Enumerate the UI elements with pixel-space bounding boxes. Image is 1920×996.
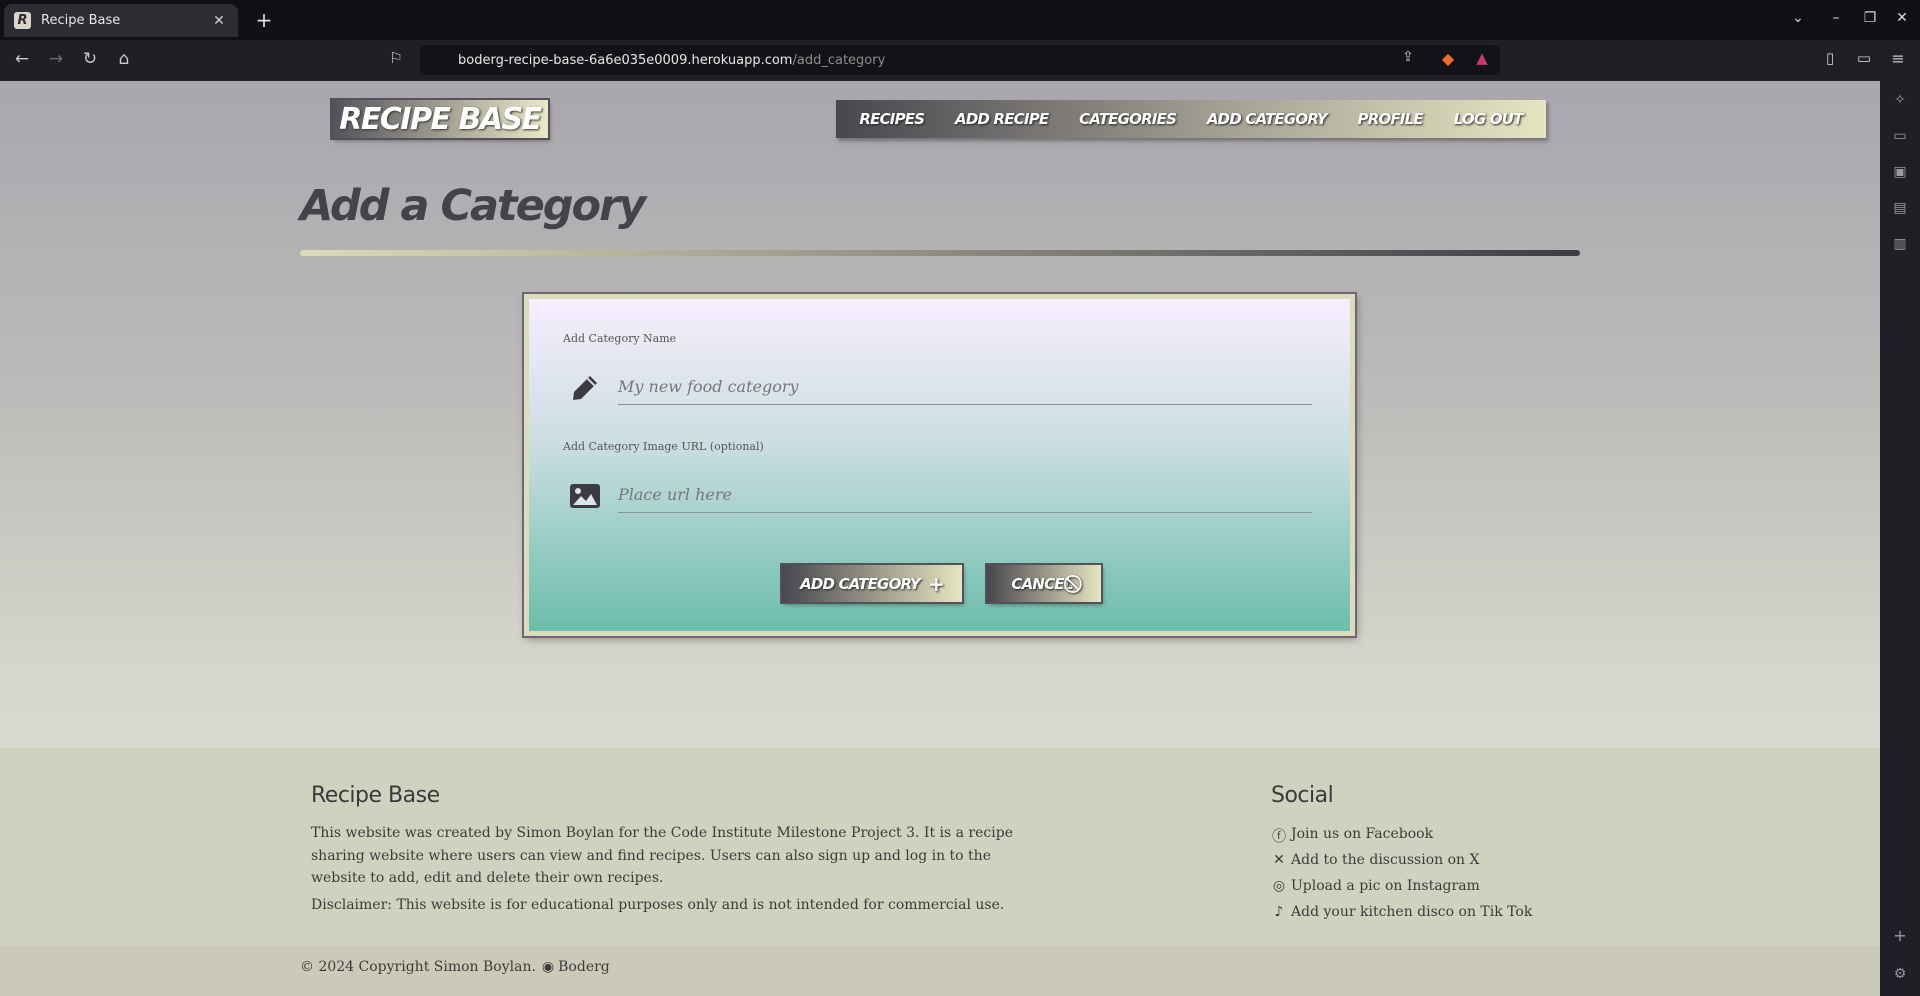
browser-tab-bar: R Recipe Base ✕ + ⌄ – ❐ ✕ xyxy=(0,0,1920,40)
instagram-icon: ◎ xyxy=(1272,878,1286,894)
cancel-button-label: CANCEL xyxy=(1011,574,1073,593)
restore-icon[interactable]: ❐ xyxy=(1860,10,1880,26)
share-icon[interactable]: ⇪ xyxy=(1396,49,1420,73)
footer-disclaimer: Disclaimer: This website is for educatio… xyxy=(311,897,1005,913)
add-category-button-label: ADD CATEGORY xyxy=(800,574,921,593)
github-link[interactable]: Boderg xyxy=(558,959,610,975)
site-logo[interactable]: RECIPE BASE xyxy=(332,100,548,138)
heading-divider xyxy=(300,250,1580,256)
x-icon: ✕ xyxy=(1273,852,1285,868)
pencil-icon xyxy=(573,376,597,400)
page-title: Add a Category xyxy=(300,181,646,231)
social-title: Social xyxy=(1271,783,1334,808)
category-image-placeholder: Place url here xyxy=(618,485,732,504)
minimize-icon[interactable]: – xyxy=(1826,10,1846,26)
social-link-label: Upload a pic on Instagram xyxy=(1291,878,1480,894)
nav-categories[interactable]: CATEGORIES xyxy=(1079,110,1177,128)
web-page: RECIPE BASE RECIPES ADD RECIPE CATEGORIE… xyxy=(0,81,1880,996)
add-category-button[interactable]: ADD CATEGORY + xyxy=(782,565,962,602)
copyright-text: © 2024 Copyright Simon Boylan. xyxy=(300,959,536,975)
footer-title: Recipe Base xyxy=(311,783,440,808)
category-name-input[interactable]: My new food category xyxy=(618,369,1312,405)
forward-icon[interactable]: → xyxy=(44,49,68,73)
copyright-bar xyxy=(0,946,1880,996)
video-icon[interactable]: ▭ xyxy=(1890,128,1910,148)
nav-add-category[interactable]: ADD CATEGORY xyxy=(1207,110,1328,128)
nav-profile[interactable]: PROFILE xyxy=(1358,110,1424,128)
sidebar-toggle-icon[interactable]: ▯ xyxy=(1818,49,1842,73)
cancel-button[interactable]: CANCEL ⃠ xyxy=(987,565,1101,602)
social-link-label: Join us on Facebook xyxy=(1291,826,1434,842)
url-host: boderg-recipe-base-6a6e035e0009.herokuap… xyxy=(458,52,793,68)
social-link-x[interactable]: ✕ Add to the discussion on X xyxy=(1271,852,1479,868)
menu-icon[interactable]: ≡ xyxy=(1886,49,1910,73)
sidebar-settings-icon[interactable]: ⚙ xyxy=(1890,966,1910,986)
social-link-label: Add your kitchen disco on Tik Tok xyxy=(1291,904,1533,920)
brave-rewards-icon[interactable]: ▲ xyxy=(1470,49,1494,73)
image-icon xyxy=(570,484,600,508)
nav-add-recipe[interactable]: ADD RECIPE xyxy=(955,110,1049,128)
address-bar[interactable]: boderg-recipe-base-6a6e035e0009.herokuap… xyxy=(420,45,1500,75)
category-name-placeholder: My new food category xyxy=(618,377,799,396)
add-sidebar-item-icon[interactable]: + xyxy=(1890,926,1910,946)
facebook-icon: ⓕ xyxy=(1272,829,1286,845)
url-path: /add_category xyxy=(792,52,886,68)
wallet-sidebar-icon[interactable]: ▣ xyxy=(1890,164,1910,184)
social-link-tiktok[interactable]: ♪ Add your kitchen disco on Tik Tok xyxy=(1271,904,1533,920)
category-name-label: Add Category Name xyxy=(563,332,677,345)
nav-log-out[interactable]: LOG OUT xyxy=(1454,110,1524,128)
main-nav: RECIPES ADD RECIPE CATEGORIES ADD CATEGO… xyxy=(836,100,1546,138)
tiktok-icon: ♪ xyxy=(1274,904,1284,920)
window-close-icon[interactable]: ✕ xyxy=(1892,10,1912,26)
social-link-label: Add to the discussion on X xyxy=(1291,852,1480,868)
tab-list-chevron-icon[interactable]: ⌄ xyxy=(1788,10,1808,26)
favicon-icon: R xyxy=(14,12,31,29)
category-image-label: Add Category Image URL (optional) xyxy=(563,440,764,453)
category-image-url-input[interactable]: Place url here xyxy=(618,477,1312,513)
new-tab-icon[interactable]: + xyxy=(252,8,276,32)
reading-list-icon[interactable]: ▥ xyxy=(1890,236,1910,256)
social-link-facebook[interactable]: ⓕ Join us on Facebook xyxy=(1271,826,1434,845)
plus-icon: + xyxy=(927,571,945,596)
back-icon[interactable]: ← xyxy=(10,49,34,73)
github-icon: ◉ xyxy=(541,959,555,975)
bookmark-icon[interactable]: ⚐ xyxy=(384,49,408,73)
wallet-icon[interactable]: ▭ xyxy=(1852,49,1876,73)
add-category-form: Add Category Name My new food category A… xyxy=(524,294,1355,636)
footer-about: This website was created by Simon Boylan… xyxy=(311,825,1013,886)
home-icon[interactable]: ⌂ xyxy=(112,49,136,73)
reload-icon[interactable]: ↻ xyxy=(78,49,102,73)
tab-title: Recipe Base xyxy=(41,13,121,28)
bookmarks-sidebar-icon[interactable]: ▤ xyxy=(1890,200,1910,220)
nav-recipes[interactable]: RECIPES xyxy=(859,110,925,128)
social-link-instagram[interactable]: ◎ Upload a pic on Instagram xyxy=(1271,878,1480,894)
close-tab-icon[interactable]: ✕ xyxy=(210,13,228,29)
copyright: © 2024 Copyright Simon Boylan. ◉ Boderg xyxy=(300,959,610,975)
browser-tab[interactable]: R Recipe Base ✕ xyxy=(4,4,238,37)
leo-ai-icon[interactable]: ✧ xyxy=(1890,92,1910,112)
brave-shield-icon[interactable]: ◆ xyxy=(1436,49,1460,73)
